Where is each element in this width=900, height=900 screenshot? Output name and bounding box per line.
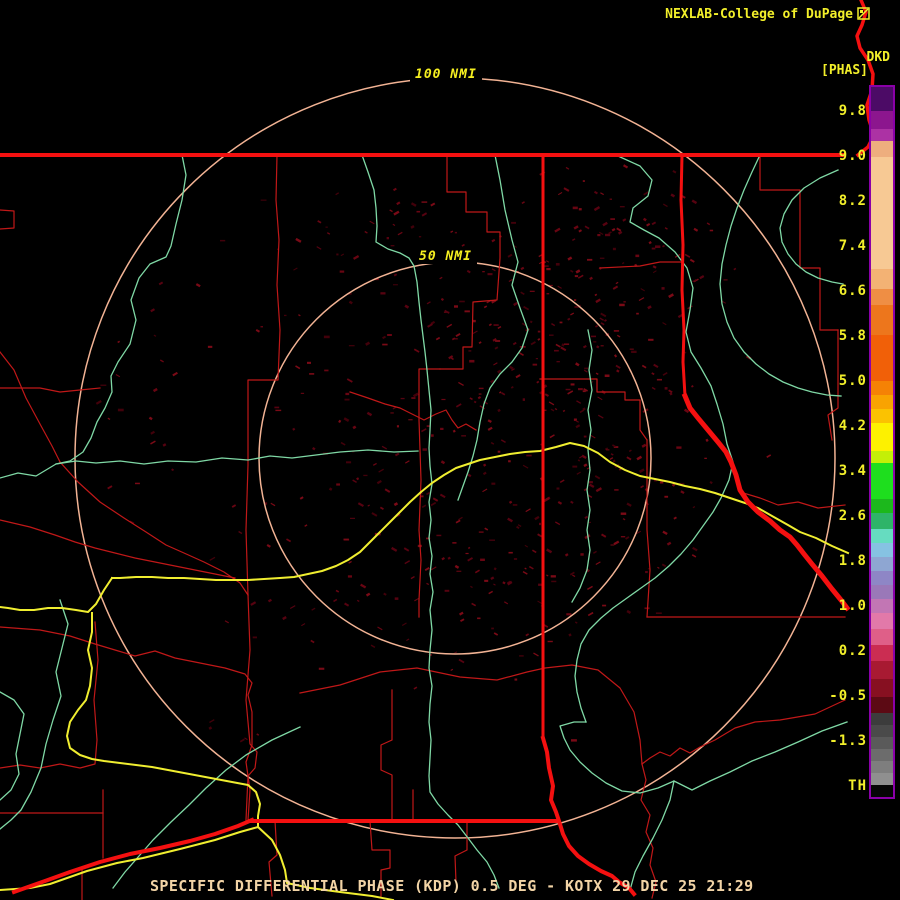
product-code-label: DKD	[866, 50, 890, 65]
scale-color-segment	[871, 645, 893, 661]
scale-tick-label: 5.8	[838, 328, 867, 344]
scale-color-segment	[871, 463, 893, 499]
scale-tick-label: 4.2	[838, 418, 867, 434]
scale-color-segment	[871, 395, 893, 409]
scale-color-segment	[871, 451, 893, 463]
scale-color-segment	[871, 409, 893, 423]
scale-tick-label: TH	[848, 778, 867, 794]
scale-color-segment	[871, 513, 893, 529]
scale-color-segment	[871, 529, 893, 543]
scale-color-segment	[871, 87, 893, 111]
scale-color-segment	[871, 613, 893, 629]
scale-tick-label: 1.8	[838, 553, 867, 569]
scale-tick-label: 0.2	[838, 643, 867, 659]
scale-color-segment	[871, 629, 893, 645]
color-scale-bar	[869, 85, 895, 799]
product-units-label: [PHAS]	[821, 63, 868, 78]
scale-color-segment	[871, 289, 893, 305]
source-title-text: NEXLAB-College of DuPage	[665, 7, 853, 22]
scale-tick-label: 8.2	[838, 193, 867, 209]
cod-logo-icon	[857, 7, 870, 24]
highways	[0, 442, 850, 900]
ring-label-100nmi: 100 NMI	[410, 67, 482, 82]
scale-color-segment	[871, 381, 893, 395]
radar-map	[0, 0, 876, 900]
scale-tick-label: 2.6	[838, 508, 867, 524]
scale-color-segment	[871, 697, 893, 713]
scale-tick-label: 6.6	[838, 283, 867, 299]
scale-color-segment	[871, 679, 893, 697]
scale-color-segment	[871, 571, 893, 585]
scale-color-segment	[871, 499, 893, 513]
scale-color-segment	[871, 599, 893, 613]
scale-tick-label: 3.4	[838, 463, 867, 479]
scale-color-segment	[871, 773, 893, 785]
scale-color-segment	[871, 557, 893, 571]
radar-display: NEXLAB-College of DuPage DKD [PHAS] 50 N…	[0, 0, 900, 900]
scale-color-segment	[871, 543, 893, 557]
scale-color-segment	[871, 111, 893, 129]
scale-tick-label: -1.3	[829, 733, 867, 749]
scale-tick-label: 5.0	[838, 373, 867, 389]
scale-color-segment	[871, 725, 893, 737]
scale-color-segment	[871, 335, 893, 381]
ring-label-50nmi: 50 NMI	[414, 249, 477, 264]
scale-color-segment	[871, 141, 893, 157]
scale-color-segment	[871, 661, 893, 679]
scale-color-segment	[871, 737, 893, 749]
scale-color-segment	[871, 713, 893, 725]
scale-tick-label: 9.8	[838, 103, 867, 119]
scale-tick-label: 1.0	[838, 598, 867, 614]
source-title: NEXLAB-College of DuPage	[665, 7, 870, 24]
scale-tick-label: 9.0	[838, 148, 867, 164]
scale-color-segment	[871, 129, 893, 141]
product-caption: SPECIFIC DIFFERENTIAL PHASE (KDP) 0.5 DE…	[150, 877, 754, 895]
scale-color-segment	[871, 423, 893, 451]
state-borders	[0, 0, 876, 897]
scale-color-segment	[871, 269, 893, 289]
map-lines	[0, 0, 876, 900]
scale-color-segment	[871, 749, 893, 761]
scale-color-segment	[871, 585, 893, 599]
scale-color-segment	[871, 157, 893, 269]
scale-color-segment	[871, 305, 893, 335]
scale-color-segment	[871, 761, 893, 773]
scale-tick-label: -0.5	[829, 688, 867, 704]
scale-color-segment	[871, 785, 893, 797]
scale-tick-label: 7.4	[838, 238, 867, 254]
